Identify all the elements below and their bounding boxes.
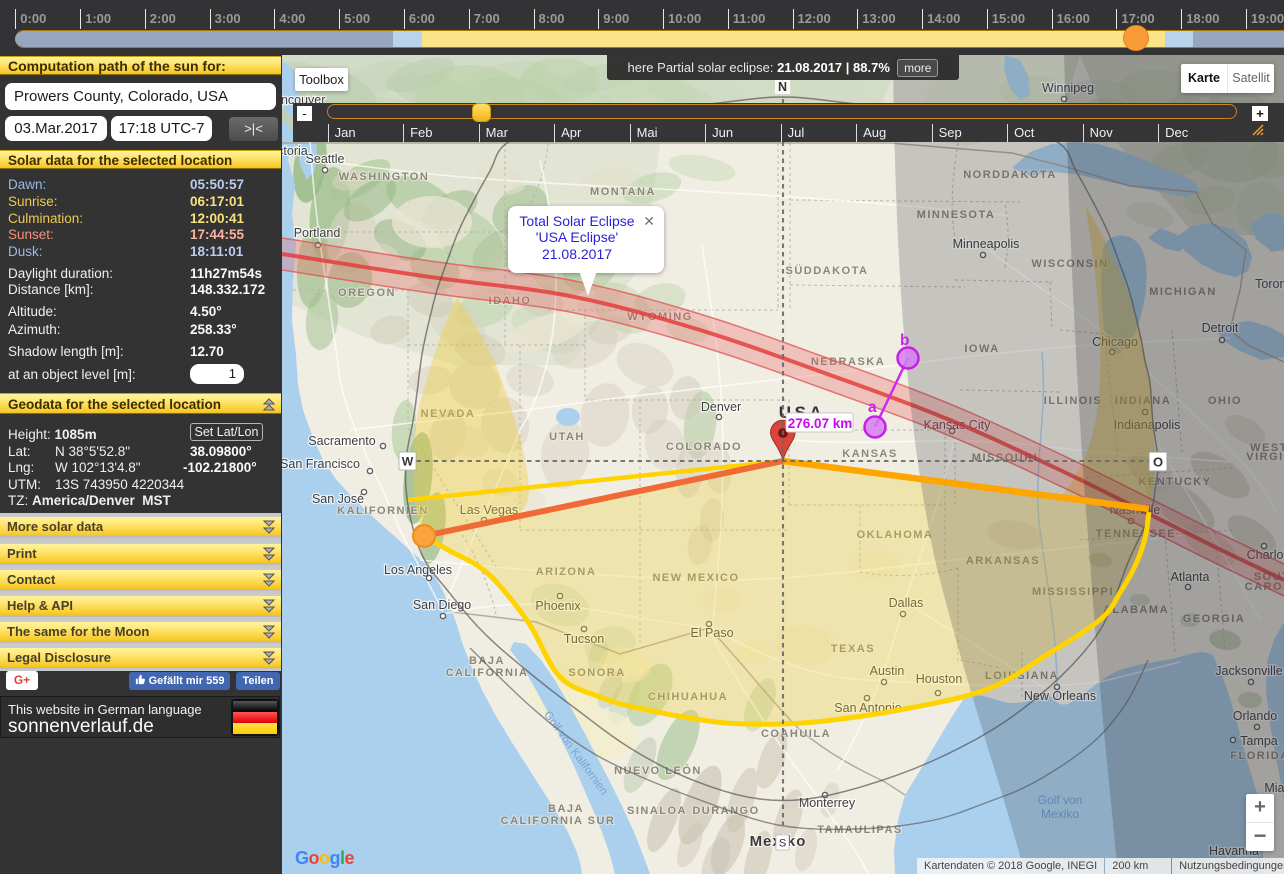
svg-text:KANSAS: KANSAS bbox=[842, 448, 897, 460]
svg-text:Denver: Denver bbox=[701, 400, 741, 414]
svg-text:CALIFORNIA: CALIFORNIA bbox=[446, 667, 529, 679]
svg-text:Los Angeles: Los Angeles bbox=[384, 563, 452, 577]
svg-text:Victoria: Victoria bbox=[282, 144, 308, 158]
svg-text:SINALOA: SINALOA bbox=[627, 805, 687, 817]
svg-text:TAMAULIPAS: TAMAULIPAS bbox=[817, 824, 902, 836]
svg-text:O: O bbox=[1153, 455, 1163, 470]
svg-text:UTAH: UTAH bbox=[549, 431, 585, 443]
svg-text:N: N bbox=[778, 80, 787, 94]
svg-text:COLORADO: COLORADO bbox=[666, 441, 742, 453]
svg-text:a: a bbox=[868, 399, 877, 416]
svg-text:MONTANA: MONTANA bbox=[590, 186, 656, 198]
svg-text:WASHINGTON: WASHINGTON bbox=[339, 171, 430, 183]
svg-text:W: W bbox=[402, 455, 414, 469]
svg-text:Monterrey: Monterrey bbox=[799, 796, 856, 810]
svg-text:COAHUILA: COAHUILA bbox=[761, 728, 831, 740]
svg-text:b: b bbox=[900, 332, 909, 349]
svg-text:BAJA: BAJA bbox=[548, 803, 584, 815]
svg-text:Portland: Portland bbox=[294, 226, 341, 240]
svg-text:San José: San José bbox=[312, 492, 364, 506]
svg-text:DURANGO: DURANGO bbox=[692, 805, 759, 817]
svg-text:CALIFORNIA SUR: CALIFORNIA SUR bbox=[501, 815, 616, 827]
svg-text:OREGON: OREGON bbox=[338, 287, 396, 299]
svg-text:S: S bbox=[779, 838, 786, 850]
svg-text:San Francisco: San Francisco bbox=[282, 457, 360, 471]
svg-text:KALIFORNIEN: KALIFORNIEN bbox=[337, 505, 429, 517]
svg-text:SÜDDAKOTA: SÜDDAKOTA bbox=[786, 264, 869, 277]
svg-text:Sacramento: Sacramento bbox=[308, 434, 375, 448]
svg-text:276.07 km: 276.07 km bbox=[788, 416, 853, 431]
svg-text:Seattle: Seattle bbox=[306, 152, 345, 166]
